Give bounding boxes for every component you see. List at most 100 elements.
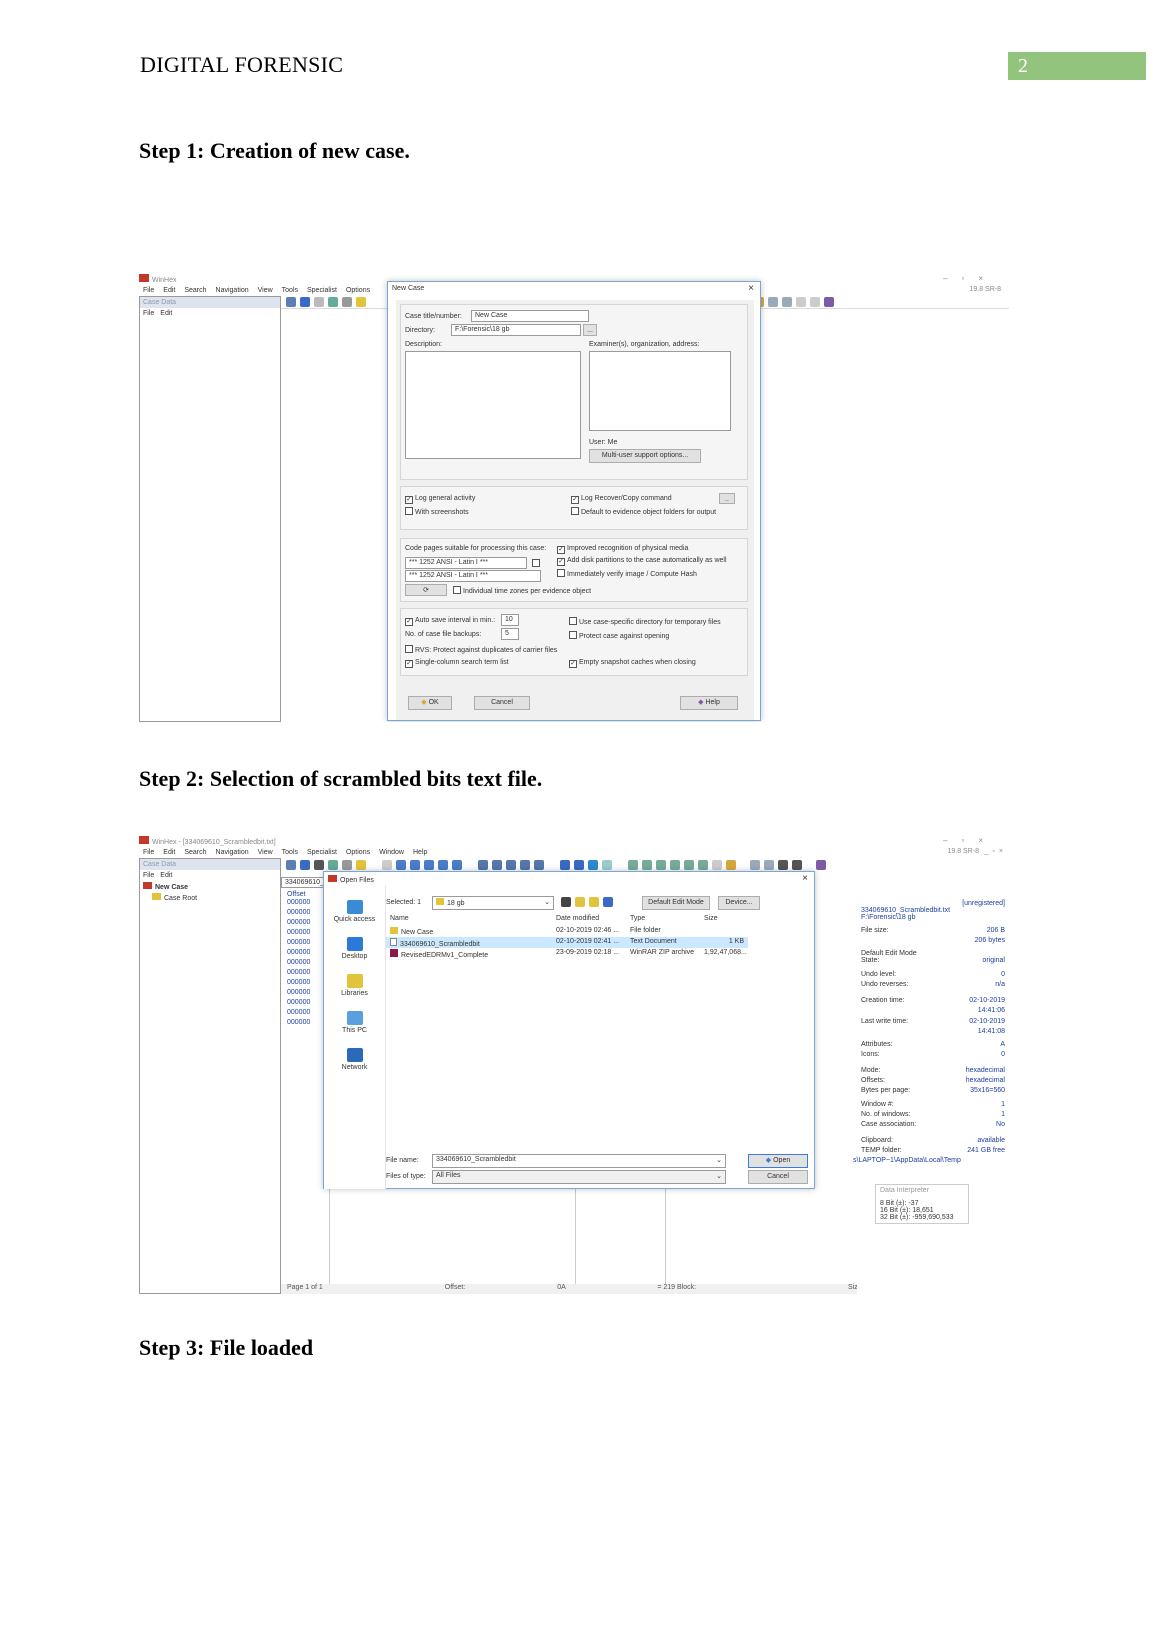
copy-icon[interactable] — [410, 860, 420, 870]
log-recover-checkbox[interactable]: ✓ Log Recover/Copy command — [571, 495, 672, 504]
close-icon[interactable]: × — [748, 283, 754, 294]
help-button[interactable]: ◆ Help — [680, 696, 738, 710]
file-row[interactable]: New Case 02-10-2019 02:46 ... File folde… — [386, 926, 748, 937]
device-button[interactable]: Device... — [718, 896, 760, 910]
verify-image-checkbox[interactable]: Immediately verify image / Compute Hash — [557, 569, 697, 578]
view-menu-icon[interactable] — [603, 897, 613, 907]
open-button[interactable]: ◆ Open — [748, 1154, 808, 1168]
add-partitions-checkbox[interactable]: ✓ Add disk partitions to the case automat… — [557, 557, 727, 566]
replace-hex-icon[interactable] — [520, 860, 530, 870]
grid-icon[interactable] — [764, 860, 774, 870]
improved-recognition-checkbox[interactable]: ✓ Improved recognition of physical media — [557, 545, 688, 554]
tool-icon[interactable] — [726, 860, 736, 870]
cut-icon[interactable] — [396, 860, 406, 870]
zoom-icon[interactable] — [684, 860, 694, 870]
file-name-input[interactable]: 334069610_Scrambledbit ⌄ — [432, 1154, 726, 1168]
tree-case-root[interactable]: Case Root — [140, 892, 280, 903]
new-icon[interactable] — [286, 860, 296, 870]
window-controls[interactable]: –▫× — [943, 836, 997, 845]
col-date[interactable]: Date modified — [556, 915, 599, 922]
open-icon[interactable] — [300, 860, 310, 870]
col-type[interactable]: Type — [630, 915, 645, 922]
col-size[interactable]: Size — [704, 915, 718, 922]
save-icon[interactable] — [314, 860, 324, 870]
default-evidence-checkbox[interactable]: Default to evidence object folders for o… — [571, 507, 716, 516]
menu-help[interactable]: Help — [413, 849, 427, 856]
menu-search[interactable]: Search — [184, 849, 206, 856]
menu-options[interactable]: Options — [346, 849, 370, 856]
save-icon[interactable] — [314, 297, 324, 307]
print-icon[interactable] — [328, 860, 338, 870]
find-hex-icon[interactable] — [492, 860, 502, 870]
new-icon[interactable] — [286, 297, 296, 307]
menu-navigation[interactable]: Navigation — [216, 849, 249, 856]
properties-icon[interactable] — [342, 297, 352, 307]
menu-edit[interactable]: Edit — [163, 849, 175, 856]
panel-menu-edit[interactable]: Edit — [160, 872, 172, 879]
nav-quick-access[interactable]: Quick access — [324, 900, 385, 923]
find-icon[interactable] — [478, 860, 488, 870]
menu-window[interactable]: Window — [379, 849, 404, 856]
panel-menu-file[interactable]: File — [143, 872, 154, 879]
code-page-select-1[interactable]: *** 1252 ANSI - Latin I *** — [405, 557, 527, 569]
nav-libraries[interactable]: Libraries — [324, 974, 385, 997]
new-folder-icon[interactable] — [589, 897, 599, 907]
menu-search[interactable]: Search — [184, 287, 206, 294]
menu-file[interactable]: File — [143, 849, 154, 856]
ram-icon[interactable] — [642, 860, 652, 870]
panel-menu-edit[interactable]: Edit — [160, 310, 172, 317]
undo-icon[interactable] — [382, 860, 392, 870]
menu-tools[interactable]: Tools — [282, 849, 298, 856]
close-icon[interactable]: × — [802, 873, 808, 884]
folder-icon[interactable] — [356, 860, 366, 870]
auto-save-input[interactable]: 10 — [501, 614, 519, 626]
open-icon[interactable] — [300, 297, 310, 307]
multi-user-button[interactable]: Multi-user support options... — [589, 449, 701, 463]
hash-icon[interactable] — [670, 860, 680, 870]
menu-edit[interactable]: Edit — [163, 287, 175, 294]
properties-icon[interactable] — [342, 860, 352, 870]
directory-input[interactable]: F:\Forensic\18 gb — [451, 324, 581, 336]
menu-tools[interactable]: Tools — [282, 287, 298, 294]
nav-desktop[interactable]: Desktop — [324, 937, 385, 960]
log-options-button[interactable]: .. — [719, 493, 735, 504]
forward-icon[interactable] — [810, 297, 820, 307]
prev-icon[interactable] — [778, 860, 788, 870]
code-page-select-2[interactable]: *** 1252 ANSI - Latin I *** — [405, 570, 541, 582]
examiner-textarea[interactable] — [589, 351, 731, 431]
back-icon[interactable] — [796, 297, 806, 307]
tree-new-case[interactable]: New Case — [140, 881, 280, 892]
menu-file[interactable]: File — [143, 287, 154, 294]
window-controls[interactable]: –▫× — [943, 274, 997, 283]
empty-snapshot-checkbox[interactable]: ✓ Empty snapshot caches when closing — [569, 659, 696, 668]
cancel-button[interactable]: Cancel — [748, 1170, 808, 1184]
folder-icon[interactable] — [356, 297, 366, 307]
timezone-button[interactable]: ⟳ — [405, 584, 447, 596]
table-icon[interactable] — [750, 860, 760, 870]
ok-button[interactable]: ◆ OK — [408, 696, 452, 710]
paste-icon[interactable] — [424, 860, 434, 870]
next-icon[interactable] — [792, 860, 802, 870]
files-of-type-select[interactable]: All Files ⌄ — [432, 1170, 726, 1184]
col-name[interactable]: Name — [390, 915, 409, 922]
print-icon[interactable] — [328, 297, 338, 307]
forward-arrow-icon[interactable] — [602, 860, 612, 870]
single-column-checkbox[interactable]: ✓ Single-column search term list — [405, 659, 509, 668]
description-textarea[interactable] — [405, 351, 581, 459]
with-screenshots-checkbox[interactable]: With screenshots — [405, 507, 469, 516]
nav-this-pc[interactable]: This PC — [324, 1011, 385, 1034]
folder-select[interactable]: 18 gb ⌄ — [432, 896, 554, 910]
up-folder-icon[interactable] — [575, 897, 585, 907]
file-row-selected[interactable]: 334069610_Scrambledbit 02-10-2019 02:41 … — [386, 937, 748, 948]
panel-menu-file[interactable]: File — [143, 310, 154, 317]
disk-icon[interactable] — [628, 860, 638, 870]
goto-offset-icon[interactable] — [560, 860, 570, 870]
browse-button[interactable]: ... — [583, 324, 597, 336]
menu-navigation[interactable]: Navigation — [216, 287, 249, 294]
back-icon[interactable] — [561, 897, 571, 907]
search-again-icon[interactable] — [534, 860, 544, 870]
nav-network[interactable]: Network — [324, 1048, 385, 1071]
gem-icon[interactable] — [816, 860, 826, 870]
menu-view[interactable]: View — [258, 287, 273, 294]
paste-special-icon[interactable] — [438, 860, 448, 870]
